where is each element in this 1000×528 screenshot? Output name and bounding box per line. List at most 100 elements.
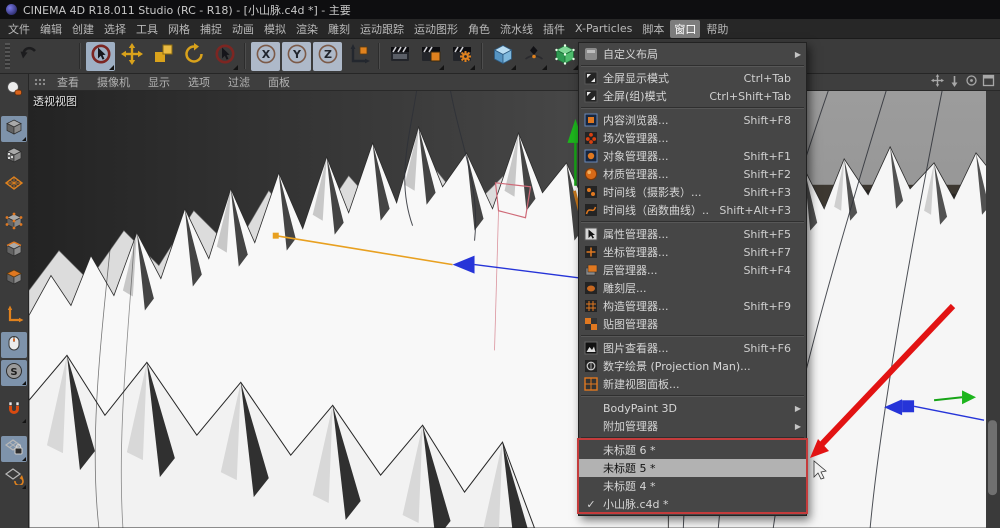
spline-pen-button[interactable] xyxy=(519,42,548,71)
menubar-item-10[interactable]: 渲染 xyxy=(292,20,322,38)
viewport-menu-item-1[interactable]: 查看 xyxy=(48,74,88,90)
menu-item[interactable]: 全屏(组)模式 Ctrl+Shift+Tab xyxy=(579,87,806,105)
menu-item[interactable]: 附加管理器 ▶ xyxy=(579,417,806,435)
scale-tool-button[interactable] xyxy=(148,42,177,71)
render-view-button[interactable] xyxy=(385,42,414,71)
menu-item[interactable]: 时间线（摄影表）... Shift+F3 xyxy=(579,183,806,201)
menubar-item-13[interactable]: 运动图形 xyxy=(410,20,462,38)
pan-camera-icon[interactable] xyxy=(931,74,944,90)
menubar-item-18[interactable]: 脚本 xyxy=(638,20,668,38)
menubar-item-3[interactable]: 创建 xyxy=(68,20,98,38)
polygons-mode-button[interactable] xyxy=(1,266,27,292)
make-editable-button[interactable] xyxy=(1,78,27,104)
render-to-picture-viewer-button[interactable] xyxy=(416,42,445,71)
menu-item[interactable]: BodyPaint 3D ▶ xyxy=(579,399,806,417)
viewport-label: 透视视图 xyxy=(33,95,77,108)
live-selection-button[interactable] xyxy=(86,41,115,71)
mode-toolbar: S xyxy=(0,74,29,528)
menubar-item-6[interactable]: 网格 xyxy=(164,20,194,38)
menu-item[interactable]: 新建视图面板... xyxy=(579,375,806,393)
menu-item[interactable]: 未标题 4 * xyxy=(579,477,806,495)
menu-item[interactable]: 数字绘景 (Projection Man)... xyxy=(579,357,806,375)
axis-l-icon xyxy=(4,305,24,329)
rotate-camera-icon[interactable] xyxy=(965,74,978,90)
planar-workplane-button[interactable] xyxy=(1,464,27,490)
viewport-solo-button[interactable] xyxy=(1,332,27,358)
snap-settings-button[interactable]: S xyxy=(1,360,27,386)
model-mode-button[interactable] xyxy=(1,116,27,142)
menubar-item-1[interactable]: 文件 xyxy=(4,20,34,38)
viewport-menu-item-4[interactable]: 选项 xyxy=(179,74,219,90)
coordinate-system-button[interactable] xyxy=(344,42,373,71)
menu-item[interactable]: 属性管理器... Shift+F5 xyxy=(579,225,806,243)
toggle-view-icon[interactable] xyxy=(982,74,995,90)
toolbar-grip[interactable] xyxy=(5,43,10,69)
points-mode-button[interactable] xyxy=(1,210,27,236)
toolbar-separator xyxy=(378,43,380,69)
magnet-snap-button[interactable] xyxy=(1,398,27,424)
workplane-mode-button[interactable] xyxy=(1,172,27,198)
svg-text:X: X xyxy=(261,48,270,61)
zoom-camera-icon[interactable] xyxy=(948,74,961,90)
menubar-item-12[interactable]: 运动跟踪 xyxy=(356,20,408,38)
viewport-menu-grip-icon[interactable] xyxy=(34,78,45,86)
sculpt-layers-icon xyxy=(579,281,603,295)
menu-item[interactable]: 时间线（函数曲线）... Shift+Alt+F3 xyxy=(579,201,806,219)
viewport-menu-item-6[interactable]: 面板 xyxy=(259,74,299,90)
add-cube-primitive-button[interactable] xyxy=(488,42,517,71)
main-toolbar: X Y Z xyxy=(0,39,1000,74)
svg-text:Z: Z xyxy=(324,48,332,61)
picture-viewer-icon xyxy=(579,341,603,355)
menu-item-label: 附加管理器 xyxy=(603,420,658,433)
viewport-canvas[interactable]: 透视视图 xyxy=(29,91,1000,528)
viewport-menu-item-3[interactable]: 显示 xyxy=(139,74,179,90)
lock-z-axis-button[interactable]: Z xyxy=(313,41,342,71)
menubar-item-4[interactable]: 选择 xyxy=(100,20,130,38)
menu-item[interactable]: 场次管理器... xyxy=(579,129,806,147)
menu-item[interactable]: 雕刻层... xyxy=(579,279,806,297)
menubar-item-17[interactable]: X-Particles xyxy=(571,21,636,36)
menu-item[interactable]: 内容浏览器... Shift+F8 xyxy=(579,111,806,129)
rotate-tool-button[interactable] xyxy=(179,42,208,71)
undo-button[interactable] xyxy=(14,42,43,71)
menu-item[interactable]: 层管理器... Shift+F4 xyxy=(579,261,806,279)
menubar-item-20[interactable]: 帮助 xyxy=(702,20,732,38)
menu-item[interactable]: 材质管理器... Shift+F2 xyxy=(579,165,806,183)
menubar-item-16[interactable]: 插件 xyxy=(539,20,569,38)
subdivision-surface-button[interactable] xyxy=(550,42,579,71)
lock-workplane-button[interactable] xyxy=(1,436,27,462)
menu-item[interactable]: 对象管理器... Shift+F1 xyxy=(579,147,806,165)
menu-item[interactable]: ✓ 小山脉.c4d * xyxy=(579,495,806,513)
lock-x-axis-button[interactable]: X xyxy=(251,41,280,71)
menu-item[interactable]: 贴图管理器 xyxy=(579,315,806,333)
menubar-item-8[interactable]: 动画 xyxy=(228,20,258,38)
undo-icon xyxy=(18,43,40,69)
viewport-menu-item-5[interactable]: 过滤 xyxy=(219,74,259,90)
menubar-item-15[interactable]: 流水线 xyxy=(496,20,537,38)
menu-item[interactable]: 自定义布局 ▶ xyxy=(579,45,806,63)
last-used-tool-button[interactable] xyxy=(210,42,239,71)
menubar-item-14[interactable]: 角色 xyxy=(464,20,494,38)
edges-mode-button[interactable] xyxy=(1,238,27,264)
menubar-item-9[interactable]: 模拟 xyxy=(260,20,290,38)
menubar-item-7[interactable]: 捕捉 xyxy=(196,20,226,38)
redo-button[interactable] xyxy=(45,42,74,71)
texture-mode-button[interactable] xyxy=(1,144,27,170)
render-settings-button[interactable] xyxy=(447,42,476,71)
menu-separator xyxy=(581,335,804,337)
menubar-item-5[interactable]: 工具 xyxy=(132,20,162,38)
enable-axis-button[interactable] xyxy=(1,304,27,330)
menu-item[interactable]: 构造管理器... Shift+F9 xyxy=(579,297,806,315)
menubar-item-2[interactable]: 编辑 xyxy=(36,20,66,38)
move-tool-button[interactable] xyxy=(117,42,146,71)
menu-item[interactable]: 图片查看器... Shift+F6 xyxy=(579,339,806,357)
menu-item[interactable]: 坐标管理器... Shift+F7 xyxy=(579,243,806,261)
menu-item[interactable]: 未标题 6 * xyxy=(579,441,806,459)
menubar-item-11[interactable]: 雕刻 xyxy=(324,20,354,38)
viewport-menu-item-2[interactable]: 摄像机 xyxy=(88,74,139,90)
menu-item[interactable]: 全屏显示模式 Ctrl+Tab xyxy=(579,69,806,87)
live-selection-icon xyxy=(90,43,112,69)
menu-item[interactable]: 未标题 5 * xyxy=(579,459,806,477)
menubar-item-19[interactable]: 窗口 xyxy=(670,19,701,38)
lock-y-axis-button[interactable]: Y xyxy=(282,41,311,71)
